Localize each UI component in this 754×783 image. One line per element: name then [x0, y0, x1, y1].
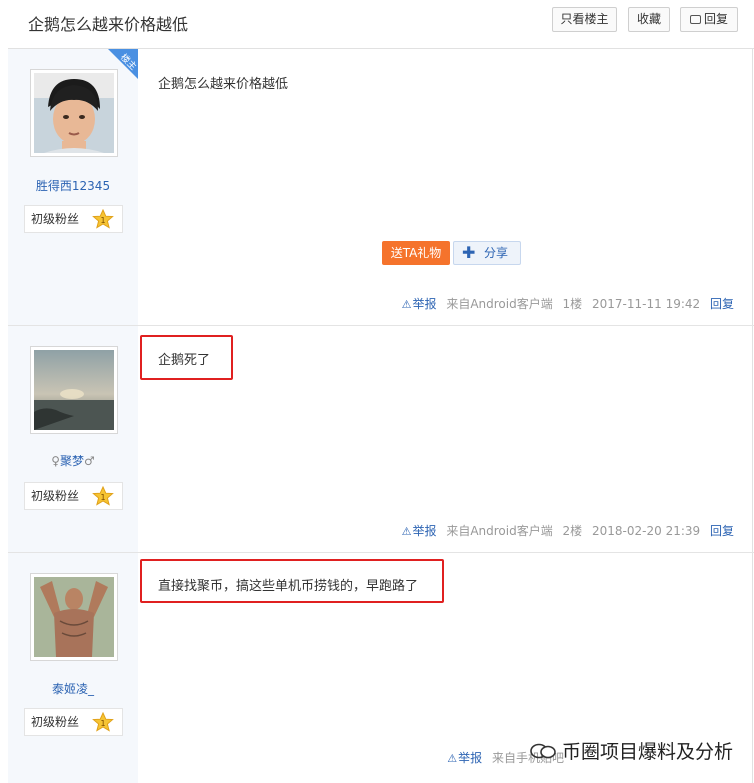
post-2: ♀聚梦♂ 初级粉丝 1 企鹅死了 ⚠举报 来自Android客户端 2楼 201… — [8, 326, 754, 552]
reply-link[interactable]: 回复 — [710, 297, 734, 311]
username[interactable]: ♀聚梦♂ — [8, 452, 138, 469]
post-time: 2017-11-11 19:42 — [592, 297, 701, 311]
share-button[interactable]: ✚ 分享 — [453, 241, 521, 265]
post-source: 来自Android客户端 — [446, 524, 553, 538]
reply-link[interactable]: 回复 — [710, 524, 734, 538]
male-icon: ♂ — [84, 454, 95, 468]
watermark: 币圈项目爆料及分析 — [530, 737, 733, 764]
level-star-icon: 1 — [92, 712, 114, 732]
level-star-icon: 1 — [92, 209, 114, 229]
thread-header: 企鹅怎么越来价格越低 只看楼主 收藏 回复 — [8, 0, 754, 49]
post-meta: ⚠举报 来自Android客户端 1楼 2017-11-11 19:42 回复 — [390, 295, 734, 312]
avatar-image — [34, 73, 114, 153]
badge-label: 初级粉丝 — [31, 715, 80, 729]
warning-icon: ⚠ — [401, 525, 412, 538]
svg-text:1: 1 — [100, 493, 105, 502]
username[interactable]: 泰姬凌_ — [8, 680, 138, 697]
favorite-button[interactable]: 收藏 — [628, 7, 670, 32]
username[interactable]: 胜得西12345 — [8, 177, 138, 194]
wechat-icon — [530, 743, 556, 759]
gift-button[interactable]: 送TA礼物 — [382, 241, 450, 265]
warning-icon: ⚠ — [401, 298, 412, 311]
avatar-image — [34, 577, 114, 657]
share-label: 分享 — [484, 246, 509, 260]
svg-text:1: 1 — [100, 719, 105, 728]
post-source: 来自Android客户端 — [446, 297, 553, 311]
avatar[interactable] — [30, 69, 118, 157]
report-link[interactable]: ⚠举报 — [396, 297, 437, 311]
warning-icon: ⚠ — [447, 752, 458, 765]
floor-number: 1楼 — [562, 297, 583, 311]
avatar[interactable] — [30, 346, 118, 434]
report-link[interactable]: ⚠举报 — [441, 751, 482, 765]
level-star-icon: 1 — [92, 486, 114, 506]
plus-icon: ✚ — [462, 243, 476, 262]
fan-level-badge[interactable]: 初级粉丝 1 — [24, 482, 123, 510]
post-time: 2018-02-20 21:39 — [592, 524, 701, 538]
avatar-image — [34, 350, 114, 430]
svg-text:1: 1 — [100, 216, 105, 225]
floor-number: 2楼 — [562, 524, 583, 538]
reply-button[interactable]: 回复 — [680, 7, 738, 32]
badge-label: 初级粉丝 — [31, 489, 80, 503]
fan-level-badge[interactable]: 初级粉丝 1 — [24, 708, 123, 736]
report-link[interactable]: ⚠举报 — [396, 524, 437, 538]
post-meta: ⚠举报 来自Android客户端 2楼 2018-02-20 21:39 回复 — [390, 522, 734, 539]
post-1: 胜得西12345 初级粉丝 1 企鹅怎么越来价格越低 ⚠举报 来自Android… — [8, 49, 754, 325]
post-content: 直接找聚币，搞这些单机币捞钱的，早跑路了 — [158, 579, 419, 594]
comment-icon — [690, 15, 701, 24]
avatar[interactable] — [30, 573, 118, 661]
post-content: 企鹅怎么越来价格越低 — [158, 77, 289, 92]
post-content: 企鹅死了 — [158, 353, 211, 368]
reply-button-label: 回复 — [703, 12, 728, 26]
thread-title: 企鹅怎么越来价格越低 — [28, 15, 189, 34]
fan-level-badge[interactable]: 初级粉丝 1 — [24, 205, 123, 233]
badge-label: 初级粉丝 — [31, 212, 80, 226]
watermark-text: 币圈项目爆料及分析 — [562, 741, 734, 763]
only-op-button[interactable]: 只看楼主 — [552, 7, 617, 32]
female-icon: ♀ — [51, 454, 60, 468]
